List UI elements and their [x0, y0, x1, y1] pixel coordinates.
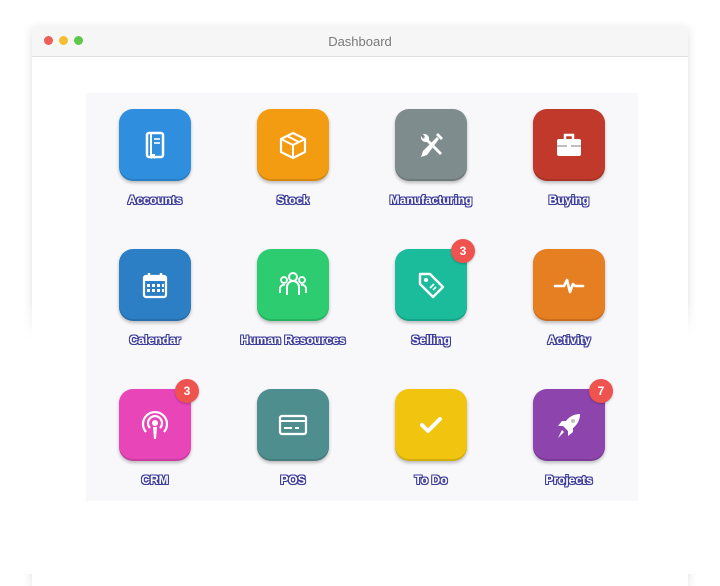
app-tile-calendar[interactable]: Calendar — [86, 233, 224, 353]
briefcase-icon — [557, 133, 581, 156]
title-bar: Dashboard — [32, 26, 688, 57]
app-label[interactable]: Selling — [352, 333, 510, 347]
tools-icon — [420, 133, 443, 157]
people-icon — [279, 272, 307, 295]
calendar-icon — [142, 273, 168, 299]
app-icon-button[interactable] — [533, 249, 605, 321]
app-tile-stock[interactable]: Stock — [224, 93, 362, 213]
card-icon — [278, 414, 308, 436]
app-tile-crm[interactable]: CRM 3 — [86, 373, 224, 493]
app-tile-projects[interactable]: Projects 7 — [500, 373, 638, 493]
app-label[interactable]: To Do — [352, 473, 510, 487]
window-title: Dashboard — [328, 34, 392, 49]
broadcast-icon — [141, 410, 169, 439]
app-tile-pos[interactable]: POS — [224, 373, 362, 493]
app-icon-button[interactable] — [257, 109, 329, 181]
app-grid: Accounts Stock Manufacturing Buying Calendar… — [86, 93, 638, 501]
app-label[interactable]: Stock — [214, 193, 372, 207]
app-label[interactable]: Activity — [490, 333, 648, 347]
notification-badge: 3 — [175, 379, 199, 403]
pulse-icon — [553, 278, 585, 294]
tag-icon — [418, 272, 445, 299]
app-label[interactable]: Projects — [490, 473, 648, 487]
app-tile-buying[interactable]: Buying — [500, 93, 638, 213]
app-label[interactable]: Manufacturing — [352, 193, 510, 207]
check-icon — [420, 417, 442, 433]
app-icon-button[interactable] — [257, 249, 329, 321]
rocket-icon — [558, 414, 580, 438]
app-tile-to-do[interactable]: To Do — [362, 373, 500, 493]
app-label[interactable]: Accounts — [76, 193, 234, 207]
app-icon-button[interactable] — [119, 109, 191, 181]
notification-badge: 7 — [589, 379, 613, 403]
app-tile-human-resources[interactable]: Human Resources — [224, 233, 362, 353]
app-tile-accounts[interactable]: Accounts — [86, 93, 224, 213]
app-icon-button[interactable] — [119, 249, 191, 321]
app-icon-button[interactable] — [395, 109, 467, 181]
app-label[interactable]: Calendar — [76, 333, 234, 347]
box-icon — [279, 131, 307, 160]
app-tile-selling[interactable]: Selling 3 — [362, 233, 500, 353]
app-icon-button[interactable] — [395, 389, 467, 461]
notification-badge: 3 — [451, 239, 475, 263]
app-label[interactable]: Human Resources — [214, 333, 372, 347]
app-icon-button[interactable] — [257, 389, 329, 461]
app-tile-manufacturing[interactable]: Manufacturing — [362, 93, 500, 213]
app-label[interactable]: Buying — [490, 193, 648, 207]
app-label[interactable]: CRM — [76, 473, 234, 487]
book-icon — [145, 131, 165, 159]
app-tile-activity[interactable]: Activity — [500, 233, 638, 353]
app-label[interactable]: POS — [214, 473, 372, 487]
app-icon-button[interactable] — [533, 109, 605, 181]
